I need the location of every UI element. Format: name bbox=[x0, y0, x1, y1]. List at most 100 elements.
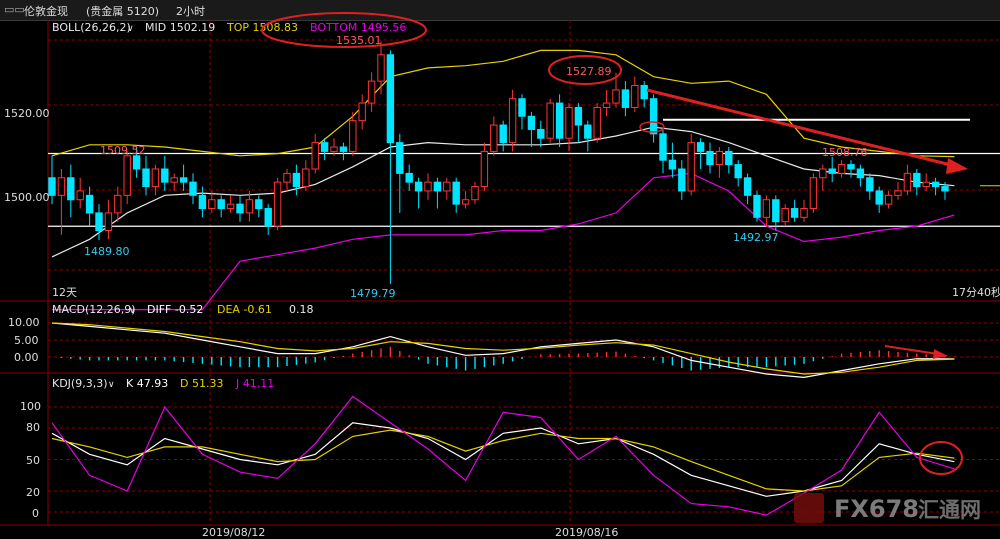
macd-hist: 0.18 bbox=[289, 303, 314, 316]
candle-body bbox=[170, 177, 178, 183]
kdj-d-line bbox=[51, 429, 955, 492]
candle-body bbox=[142, 168, 150, 188]
label-high-1527: 1527.89 bbox=[566, 65, 612, 78]
candle-body bbox=[875, 190, 883, 205]
x-label-0812: 2019/08/12 bbox=[202, 526, 265, 539]
candle-body bbox=[649, 98, 658, 135]
candle-body bbox=[245, 199, 254, 214]
candle-body bbox=[631, 85, 639, 108]
candle-body bbox=[264, 208, 272, 227]
grid bbox=[48, 20, 1000, 525]
candle-body bbox=[913, 172, 921, 188]
kdj-chevron-icon[interactable]: ∨ bbox=[108, 380, 115, 390]
x-label-0816: 2019/08/16 bbox=[555, 526, 618, 539]
candle-body bbox=[837, 164, 846, 174]
trend-arrow-head bbox=[946, 158, 968, 174]
macd-chevron-icon[interactable]: ∨ bbox=[129, 306, 136, 316]
macd-dea: DEA -0.61 bbox=[217, 303, 272, 316]
candle-body bbox=[67, 177, 75, 201]
watermark-brand: FX678 bbox=[834, 495, 919, 523]
candle-body bbox=[678, 168, 686, 192]
candle-body bbox=[48, 177, 56, 196]
candle-body bbox=[903, 172, 912, 192]
candle-body bbox=[922, 181, 930, 188]
candle-body bbox=[85, 194, 94, 214]
candle-body bbox=[884, 194, 893, 205]
candle-body bbox=[546, 102, 554, 139]
candle-body bbox=[706, 150, 714, 166]
candle-body bbox=[790, 208, 799, 218]
candle-body bbox=[433, 181, 442, 192]
candle-body bbox=[828, 168, 836, 174]
candle-body bbox=[132, 155, 141, 170]
candle-body bbox=[772, 199, 780, 223]
y-tick-1520: 1520.00 bbox=[4, 107, 50, 120]
candle-body bbox=[236, 203, 244, 214]
candle-body bbox=[311, 142, 319, 170]
y-tick-1500: 1500.00 bbox=[4, 191, 50, 204]
candle-body bbox=[461, 199, 470, 205]
candle-body bbox=[715, 150, 724, 166]
candle-body bbox=[687, 142, 695, 192]
label-low-1489: 1489.80 bbox=[84, 245, 130, 258]
kdj-j: J 41.11 bbox=[235, 377, 274, 390]
candle-body bbox=[809, 177, 818, 210]
candle-body bbox=[537, 128, 545, 139]
candle-body bbox=[283, 172, 291, 183]
candle-body bbox=[894, 190, 902, 196]
candle-body bbox=[452, 181, 460, 205]
candle-body bbox=[593, 106, 601, 139]
candle-body bbox=[762, 199, 771, 218]
candle-body bbox=[443, 181, 451, 192]
macd-name: MACD(12,26,9) bbox=[52, 303, 136, 316]
candle-body bbox=[189, 181, 197, 196]
kdj-tick-100: 100 bbox=[20, 400, 41, 413]
period-count: 12天 bbox=[52, 286, 77, 299]
price-chart[interactable]: BOLL(26,26,2) ∨ MID 1502.19 TOP 1508.83 … bbox=[0, 0, 1000, 539]
macd-arrow bbox=[884, 345, 939, 355]
candle-body bbox=[555, 102, 564, 139]
candle-body bbox=[302, 168, 310, 188]
boll-chevron-icon[interactable]: ∨ bbox=[127, 24, 134, 34]
label-low-1479: 1479.79 bbox=[350, 287, 396, 300]
kdj-d: D 51.33 bbox=[180, 377, 223, 390]
candle-body bbox=[743, 177, 752, 196]
candle-body bbox=[57, 177, 66, 196]
candle-body bbox=[471, 186, 479, 201]
candle-body bbox=[151, 168, 160, 188]
candle-body bbox=[574, 106, 583, 126]
candle-body bbox=[349, 120, 357, 152]
label-1508: 1508.76 bbox=[822, 146, 868, 159]
candle-body bbox=[367, 80, 376, 104]
label-low-1492: 1492.97 bbox=[733, 231, 779, 244]
candle-body bbox=[941, 186, 949, 192]
candle-body bbox=[696, 142, 705, 152]
candle-body bbox=[208, 199, 216, 210]
bollinger-bands bbox=[51, 49, 955, 311]
candle-body bbox=[725, 150, 733, 166]
candle-body bbox=[339, 146, 348, 152]
candle-body bbox=[847, 164, 855, 170]
candle-body bbox=[612, 89, 620, 104]
kdj-tick-80: 80 bbox=[26, 421, 40, 434]
candle-body bbox=[217, 199, 225, 210]
candle-body bbox=[527, 115, 536, 130]
countdown-timer: 17分40秒 bbox=[952, 285, 1000, 299]
candle-body bbox=[508, 98, 517, 144]
candle-body bbox=[490, 124, 498, 152]
candle-body bbox=[734, 164, 742, 179]
candle-body bbox=[424, 181, 432, 192]
boll-bottom: BOTTOM 1495.56 bbox=[310, 21, 406, 34]
watermark: FX678 汇通网 bbox=[794, 493, 981, 523]
macd-tick-5: 5.00 bbox=[14, 334, 39, 347]
candle-body bbox=[800, 208, 808, 218]
candle-body bbox=[330, 146, 338, 152]
candle-body bbox=[414, 181, 423, 192]
candle-body bbox=[931, 181, 940, 188]
candle-body bbox=[377, 54, 385, 82]
macd-layer bbox=[51, 322, 956, 379]
ellipse-kdj bbox=[919, 441, 963, 475]
candle-body bbox=[866, 177, 874, 192]
watermark-logo-icon bbox=[794, 493, 824, 523]
candle-body bbox=[161, 168, 169, 183]
